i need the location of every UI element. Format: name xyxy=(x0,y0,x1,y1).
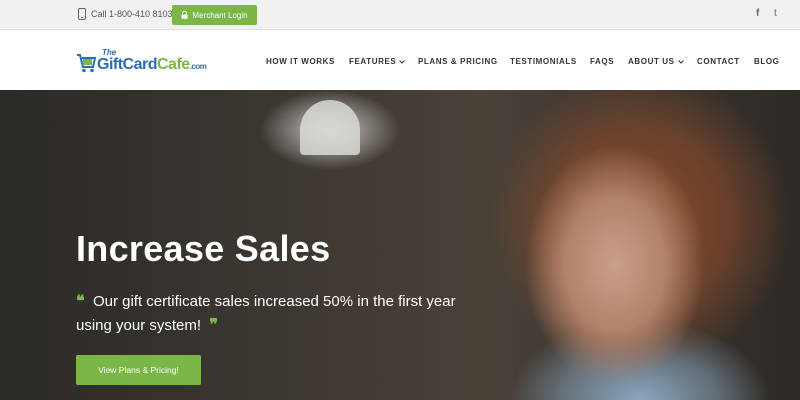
nav-plans-pricing[interactable]: PLANS & PRICING xyxy=(418,57,498,66)
nav-blog-label: BLOG xyxy=(754,57,780,66)
logo-giftcard: GiftCard xyxy=(97,56,158,73)
logo-wordmark: GiftCardCafe.com xyxy=(97,56,207,74)
nav-about-us-label: ABOUT US xyxy=(628,57,675,66)
merchant-login-button[interactable]: Merchant Login xyxy=(172,5,257,25)
phone-contact[interactable]: Call 1-800-410 8103 xyxy=(78,8,173,20)
nav-testimonials[interactable]: TESTIMONIALS xyxy=(510,57,577,66)
nav-blog[interactable]: BLOG xyxy=(754,57,780,66)
view-plans-button[interactable]: View Plans & Pricing! xyxy=(76,355,201,385)
hero-headline: Increase Sales xyxy=(76,228,331,269)
nav-how-it-works[interactable]: HOW IT WORKS xyxy=(266,57,335,66)
shopping-cart-icon xyxy=(77,54,96,73)
testimonial-text: Our gift certificate sales increased 50%… xyxy=(76,293,456,334)
nav-about-us[interactable]: ABOUT US xyxy=(628,57,684,66)
lock-icon xyxy=(181,11,188,19)
testimonial-quote: ❝ Our gift certificate sales increased 5… xyxy=(76,289,476,337)
hero-banner: Increase Sales ❝ Our gift certificate sa… xyxy=(0,90,800,400)
open-quote-icon: ❝ xyxy=(76,291,85,310)
chevron-down-icon xyxy=(677,59,684,64)
logo-cafe: Cafe xyxy=(157,56,190,73)
nav-contact[interactable]: CONTACT xyxy=(697,57,740,66)
nav-features[interactable]: FEATURES xyxy=(349,57,406,66)
nav-faqs[interactable]: FAQS xyxy=(590,57,614,66)
nav-how-it-works-label: HOW IT WORKS xyxy=(266,57,335,66)
nav-plans-pricing-label: PLANS & PRICING xyxy=(418,57,498,66)
close-quote-icon: ❞ xyxy=(209,315,218,334)
facebook-icon[interactable]: f xyxy=(756,8,759,19)
chevron-down-icon xyxy=(399,59,406,64)
logo-com: .com xyxy=(189,62,207,71)
merchant-login-label: Merchant Login xyxy=(192,10,248,20)
twitter-icon[interactable]: t xyxy=(774,8,777,19)
nav-testimonials-label: TESTIMONIALS xyxy=(510,57,577,66)
nav-faqs-label: FAQS xyxy=(590,57,615,66)
nav-features-label: FEATURES xyxy=(349,57,397,66)
site-logo[interactable]: The GiftCardCafe.com xyxy=(76,48,216,80)
top-bar: Call 1-800-410 8103 Merchant Login f t xyxy=(0,0,800,30)
site-header: The GiftCardCafe.com HOW IT WORKS FEATUR… xyxy=(0,30,800,90)
nav-contact-label: CONTACT xyxy=(697,57,740,66)
phone-icon xyxy=(78,8,86,20)
view-plans-label: View Plans & Pricing! xyxy=(98,365,179,375)
phone-number: Call 1-800-410 8103 xyxy=(91,9,173,19)
hero-background-lamp xyxy=(300,100,360,155)
